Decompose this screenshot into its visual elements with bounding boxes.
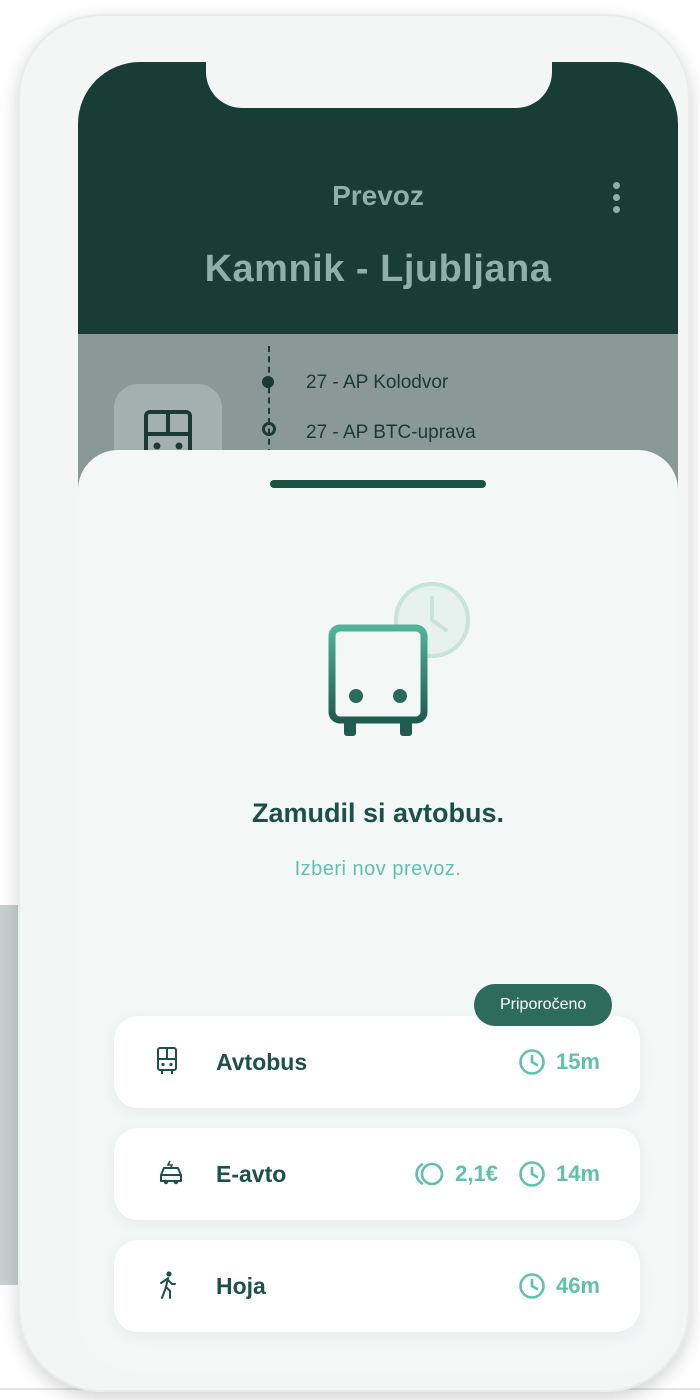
stop-marker bbox=[262, 422, 276, 436]
option-label: Hoja bbox=[216, 1273, 266, 1299]
missed-bus-title: Zamudil si avtobus. bbox=[251, 798, 505, 828]
option-cost: 2,1€ bbox=[415, 1128, 498, 1220]
route-title: Kamnik - Ljubljana bbox=[204, 248, 552, 290]
bus-icon bbox=[157, 1047, 177, 1074]
sheet-drag-handle[interactable] bbox=[270, 480, 486, 488]
coin-icon bbox=[415, 1162, 444, 1186]
car-icon bbox=[160, 1160, 182, 1185]
clock-icon bbox=[519, 1273, 545, 1299]
stop-marker bbox=[262, 376, 274, 388]
phone-frame: Prevoz Kamnik - Ljubljana 27 - AP Kolodv… bbox=[18, 14, 690, 1392]
option-duration: 15m bbox=[518, 1016, 600, 1108]
option-duration: 46m bbox=[518, 1240, 600, 1332]
option-label: Avtobus bbox=[216, 1049, 308, 1075]
option-duration: 14m bbox=[518, 1128, 600, 1220]
clock-icon bbox=[519, 1049, 545, 1075]
duration-value: 14m bbox=[555, 1161, 600, 1186]
bottom-sheet: Zamudil si avtobus. Izberi nov prevoz. P… bbox=[78, 450, 678, 1374]
app-screen: Prevoz Kamnik - Ljubljana 27 - AP Kolodv… bbox=[78, 62, 678, 1374]
transport-option-bus[interactable]: Avtobus 15m bbox=[114, 1016, 640, 1108]
page-title: Prevoz bbox=[332, 180, 424, 211]
phone-notch bbox=[206, 62, 552, 108]
walk-icon bbox=[160, 1271, 176, 1299]
duration-value: 46m bbox=[555, 1273, 600, 1298]
stop-name: 27 - AP Kolodvor bbox=[306, 372, 449, 393]
cost-value: 2,1€ bbox=[455, 1161, 498, 1186]
option-label: E-avto bbox=[216, 1161, 287, 1187]
duration-value: 15m bbox=[555, 1049, 600, 1074]
bus-icon bbox=[328, 624, 428, 736]
clock-icon bbox=[519, 1161, 545, 1187]
transport-option-walk[interactable]: Hoja 46m bbox=[114, 1240, 640, 1332]
transport-option-ecar[interactable]: E-avto 2,1€ 14m bbox=[114, 1128, 640, 1220]
missed-bus-subtitle: Izberi nov prevoz. bbox=[294, 858, 462, 880]
stop-name: 27 - AP BTC-uprava bbox=[306, 422, 476, 443]
recommended-badge: Priporočeno bbox=[474, 984, 613, 1026]
more-menu-icon[interactable] bbox=[610, 182, 622, 216]
